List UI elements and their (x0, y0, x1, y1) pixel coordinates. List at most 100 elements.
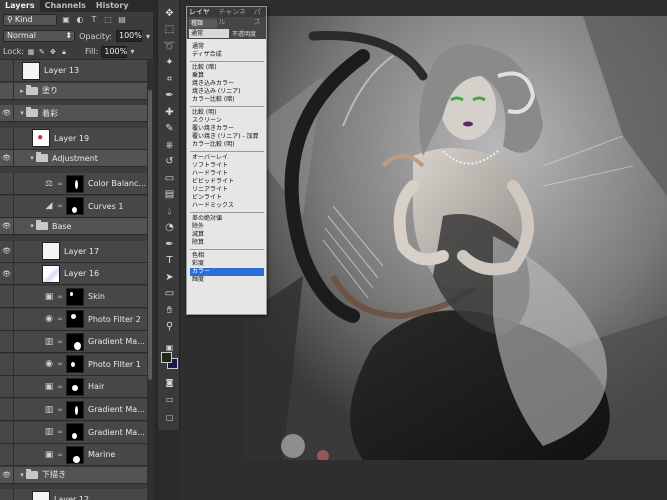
blend-mode-item[interactable]: ソフトライト (190, 162, 264, 170)
blend-mode-item[interactable]: 覆い焼き (リニア) - 加算 (190, 133, 264, 141)
layer-row[interactable]: 👁︎ ▾ 着彩 (0, 105, 147, 123)
layer-row[interactable]: 👁︎ ◉∞ Photo Filter 2 (0, 308, 147, 331)
visibility-eye-icon[interactable]: 👁︎ (0, 353, 14, 375)
layer-row[interactable]: 👁︎ ⚖∞ Color Balanc... (0, 173, 147, 195)
quick-select-tool-icon[interactable]: ✦ (161, 56, 178, 70)
link-icon[interactable]: ∞ (56, 383, 64, 391)
layer-row[interactable]: 👁︎ Layer 12 (0, 489, 147, 500)
link-icon[interactable]: ∞ (56, 406, 64, 414)
type-tool-icon[interactable]: T (161, 254, 178, 268)
brush-tool-icon[interactable]: ✎ (161, 122, 178, 136)
marquee-tool-icon[interactable]: ⬚ (161, 23, 178, 37)
blend-mode-item[interactable]: 彩度 (190, 260, 264, 268)
layer-row[interactable]: 👁︎ ▥∞ Gradient Ma... (0, 421, 147, 444)
layer-mask-thumbnail[interactable] (66, 423, 84, 442)
eyedropper-tool-icon[interactable]: ✒ (161, 89, 178, 103)
layer-row[interactable]: 👁︎ Layer 16 (0, 263, 147, 286)
blend-mode-item[interactable]: ディザ合成 (190, 51, 264, 59)
visibility-eye-icon[interactable]: 👁︎ (0, 218, 14, 235)
blend-mode-item[interactable]: オーバーレイ (190, 154, 264, 162)
layer-row[interactable]: 👁︎ ▾ 下描き (0, 466, 147, 484)
visibility-eye-icon[interactable]: 👁︎ (0, 173, 14, 194)
lock-transparent-icon[interactable]: ▦ (27, 48, 35, 56)
crop-tool-icon[interactable]: ⌗ (161, 72, 178, 86)
layer-mask-thumbnail[interactable] (66, 287, 84, 306)
adjustment-filter-icon[interactable]: ◐ (75, 15, 85, 25)
visibility-eye-icon[interactable]: 👁︎ (0, 466, 14, 483)
blend-mode-item[interactable]: 通常 (190, 43, 264, 51)
visibility-eye-icon[interactable]: 👁︎ (0, 399, 14, 420)
clone-stamp-tool-icon[interactable]: ⎈ (161, 138, 178, 152)
layer-row[interactable]: 👁︎ ◉∞ Photo Filter 1 (0, 353, 147, 376)
tab-history[interactable]: History (91, 0, 134, 12)
blend-mode-item[interactable]: リニアライト (190, 186, 264, 194)
gradient-tool-icon[interactable]: ▤ (161, 188, 178, 202)
zoom-tool-icon[interactable]: ⚲ (161, 320, 178, 334)
blend-mode-item[interactable]: 除算 (190, 239, 264, 247)
popup-kind-select[interactable]: 種類 (189, 19, 217, 28)
smart-object-filter-icon[interactable]: ▤ (117, 15, 127, 25)
blend-mode-item[interactable]: ビビッドライト (190, 178, 264, 186)
blend-mode-item[interactable]: 焼き込み (リニア) (190, 88, 264, 96)
popup-tab-layers[interactable]: レイヤー (189, 7, 213, 26)
lasso-tool-icon[interactable]: ➰ (161, 39, 178, 53)
layer-row[interactable]: 👁︎ ◢∞ Curves 1 (0, 195, 147, 218)
layer-mask-thumbnail[interactable] (66, 400, 84, 419)
frame-icon[interactable]: ▢ (161, 410, 178, 424)
foreground-color-swatch[interactable] (161, 352, 172, 363)
visibility-eye-icon[interactable]: 👁︎ (0, 489, 14, 500)
healing-brush-tool-icon[interactable]: ✚ (161, 105, 178, 119)
chevron-down-icon[interactable]: ▾ (28, 154, 36, 162)
blur-tool-icon[interactable]: 💧︎ (161, 204, 178, 218)
shape-filter-icon[interactable]: ⬚ (103, 15, 113, 25)
visibility-eye-icon[interactable]: 👁︎ (0, 60, 14, 81)
blend-mode-item[interactable]: 比較 (暗) (190, 64, 264, 72)
chevron-down-icon[interactable]: ▾ (28, 222, 36, 230)
blend-mode-item[interactable]: 除外 (190, 223, 264, 231)
visibility-eye-icon[interactable]: 👁︎ (0, 105, 14, 122)
chevron-down-icon[interactable]: ▾ (130, 47, 134, 56)
layer-row[interactable]: 👁︎ Layer 13 (0, 60, 147, 82)
visibility-eye-icon[interactable]: 👁︎ (0, 82, 14, 99)
path-select-tool-icon[interactable]: ➤ (161, 270, 178, 284)
link-icon[interactable]: ∞ (56, 180, 64, 188)
tab-channels[interactable]: Channels (40, 0, 91, 12)
blend-mode-item[interactable]: カラー (190, 268, 264, 276)
tab-layers[interactable]: Layers (0, 0, 40, 12)
chevron-right-icon[interactable]: ▸ (18, 87, 26, 95)
artwork-canvas[interactable] (243, 16, 667, 460)
hand-tool-icon[interactable]: ✋︎ (161, 303, 178, 317)
lock-all-icon[interactable]: 🔒︎ (60, 48, 68, 56)
popup-mode-select[interactable]: 通常 (189, 29, 229, 38)
screen-mode-icon[interactable]: ▭ (161, 392, 178, 406)
link-icon[interactable]: ∞ (56, 428, 64, 436)
visibility-eye-icon[interactable]: 👁︎ (0, 127, 14, 149)
blend-mode-item[interactable]: スクリーン (190, 117, 264, 125)
layer-row[interactable]: 👁︎ ▥∞ Gradient Ma... (0, 399, 147, 421)
opacity-field[interactable]: 100% (115, 30, 142, 42)
type-filter-icon[interactable]: T (89, 15, 99, 25)
blend-mode-select[interactable]: Normal ⬍ (3, 30, 76, 42)
blend-mode-item[interactable]: 覆い焼きカラー (190, 125, 264, 133)
blend-mode-item[interactable]: 減算 (190, 231, 264, 239)
layers-scroll-thumb[interactable] (148, 90, 152, 380)
dodge-tool-icon[interactable]: ◔ (161, 221, 178, 235)
layer-mask-thumbnail[interactable] (66, 332, 84, 351)
blend-mode-item[interactable]: 色相 (190, 252, 264, 260)
visibility-eye-icon[interactable]: 👁︎ (0, 421, 14, 443)
blend-mode-item[interactable]: ハードライト (190, 170, 264, 178)
link-icon[interactable]: ∞ (56, 451, 64, 459)
visibility-eye-icon[interactable]: 👁︎ (0, 263, 14, 285)
move-tool-icon[interactable]: ✥ (161, 6, 178, 20)
visibility-eye-icon[interactable]: 👁︎ (0, 308, 14, 330)
kind-filter-select[interactable]: ⚲ Kind (3, 14, 57, 26)
link-icon[interactable]: ∞ (56, 293, 64, 301)
layer-row[interactable]: 👁︎ ▣∞ Skin (0, 286, 147, 308)
chevron-down-icon[interactable]: ▾ (18, 471, 26, 479)
layer-row[interactable]: 👁︎ ▣∞ Marine (0, 444, 147, 467)
visibility-eye-icon[interactable]: 👁︎ (0, 331, 14, 353)
blend-mode-item[interactable]: ピンライト (190, 194, 264, 202)
popup-tab-channels[interactable]: チャンネル (218, 7, 248, 26)
blend-mode-item[interactable]: 比較 (明) (190, 109, 264, 117)
visibility-eye-icon[interactable]: 👁︎ (0, 444, 14, 466)
